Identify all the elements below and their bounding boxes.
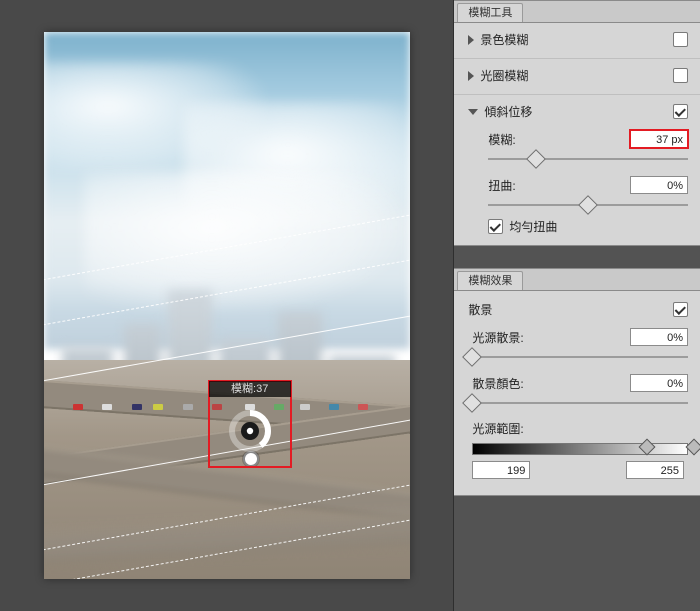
light-bokeh-label: 光源散景: (472, 329, 523, 346)
section-label: 景色模糊 (480, 31, 528, 48)
light-bokeh-input[interactable]: 0% (630, 328, 688, 346)
light-bokeh-slider[interactable] (472, 350, 688, 364)
tab-blur-effects[interactable]: 模糊效果 (457, 271, 523, 290)
blur-ring[interactable] (227, 408, 273, 454)
image-canvas[interactable]: 模糊:37 (44, 32, 410, 579)
symmetric-distortion-label: 均勻扭曲 (509, 218, 557, 235)
bokeh-color-slider[interactable] (472, 396, 688, 410)
blur-pin-label: 模糊:37 (209, 381, 291, 397)
light-range-hi-input[interactable]: 255 (626, 461, 684, 479)
symmetric-distortion-checkbox[interactable] (488, 219, 503, 234)
tab-blur-tools[interactable]: 模糊工具 (457, 3, 523, 22)
distortion-label: 扭曲: (488, 177, 515, 194)
section-tilt-shift: 傾斜位移 模糊: 37 px 扭曲: 0% (454, 95, 700, 245)
canvas-area: 模糊:37 (0, 0, 453, 611)
enable-iris-blur-checkbox[interactable] (673, 68, 688, 83)
annotation-box: 模糊:37 (208, 380, 292, 468)
enable-field-blur-checkbox[interactable] (673, 32, 688, 47)
blur-tools-panel: 模糊工具 景色模糊 光圈模糊 (454, 0, 700, 246)
light-range-label: 光源範圍: (472, 420, 523, 437)
section-toggle[interactable]: 景色模糊 (468, 31, 528, 48)
section-iris-blur: 光圈模糊 (454, 59, 700, 95)
bokeh-color-input[interactable]: 0% (630, 374, 688, 392)
enable-tilt-shift-checkbox[interactable] (673, 104, 688, 119)
chevron-down-icon (468, 109, 478, 115)
panel-tabs: 模糊工具 (454, 1, 700, 23)
side-panels: 模糊工具 景色模糊 光圈模糊 (453, 0, 700, 611)
section-field-blur: 景色模糊 (454, 23, 700, 59)
chevron-right-icon (468, 35, 474, 45)
section-bokeh: 散景 光源散景: 0% 散景顏色: 0% 光源範圍: (454, 291, 700, 495)
light-range-slider[interactable] (472, 441, 688, 455)
blur-amount-input[interactable]: 37 px (630, 130, 688, 148)
section-label: 光圈模糊 (480, 67, 528, 84)
chevron-right-icon (468, 71, 474, 81)
panel-tabs: 模糊效果 (454, 269, 700, 291)
blur-effects-panel: 模糊效果 散景 光源散景: 0% 散景顏色: 0% (454, 268, 700, 496)
panel-gap (454, 246, 700, 268)
blur-amount-label: 模糊: (488, 131, 515, 148)
blur-amount-slider[interactable] (488, 152, 688, 166)
enable-bokeh-checkbox[interactable] (673, 302, 688, 317)
section-toggle[interactable]: 傾斜位移 (468, 103, 532, 120)
bokeh-color-label: 散景顏色: (472, 375, 523, 392)
distortion-slider[interactable] (488, 198, 688, 212)
bokeh-label: 散景 (468, 301, 492, 318)
distortion-input[interactable]: 0% (630, 176, 688, 194)
app-root: 模糊:37 模糊工具 (0, 0, 700, 611)
section-toggle[interactable]: 光圈模糊 (468, 67, 528, 84)
light-range-lo-input[interactable]: 199 (472, 461, 530, 479)
section-label: 傾斜位移 (484, 103, 532, 120)
